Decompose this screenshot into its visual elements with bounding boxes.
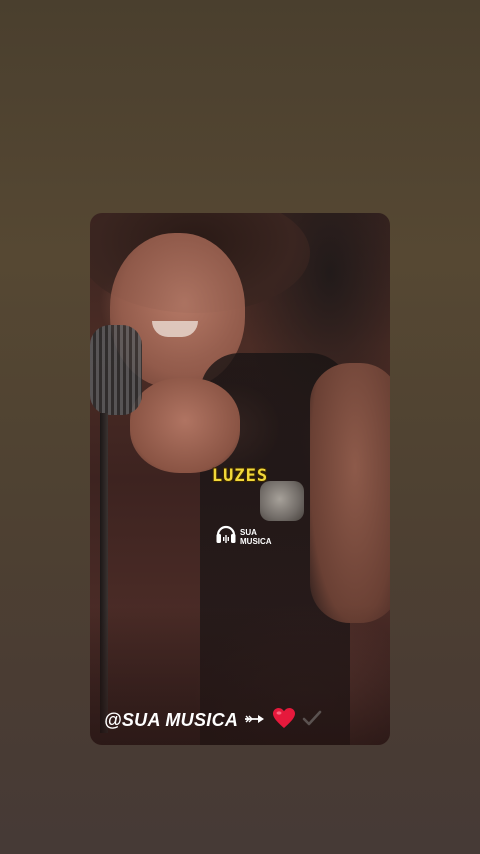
lyric-caption: LUZES — [211, 466, 269, 486]
checkmark-icon — [302, 710, 322, 731]
arrow-icon — [244, 712, 266, 730]
account-handle[interactable]: @SUA MUSICA — [104, 710, 238, 731]
handle-row: @SUA MUSICA — [104, 707, 322, 734]
headphones-icon — [215, 522, 237, 551]
watermark-text: SUA MUSICA — [240, 528, 272, 546]
microphone-image — [90, 325, 142, 415]
watermark-line2: MUSICA — [240, 536, 272, 546]
photo-hand — [130, 378, 240, 473]
story-card[interactable]: LUZES SUA MUSICA @SUA MUSICA — [90, 213, 390, 745]
heart-icon — [272, 707, 296, 734]
photo-arm — [310, 363, 390, 623]
sua-musica-watermark: SUA MUSICA — [215, 522, 272, 551]
photo-watch — [260, 481, 304, 521]
watermark-line1: SUA — [240, 527, 257, 537]
